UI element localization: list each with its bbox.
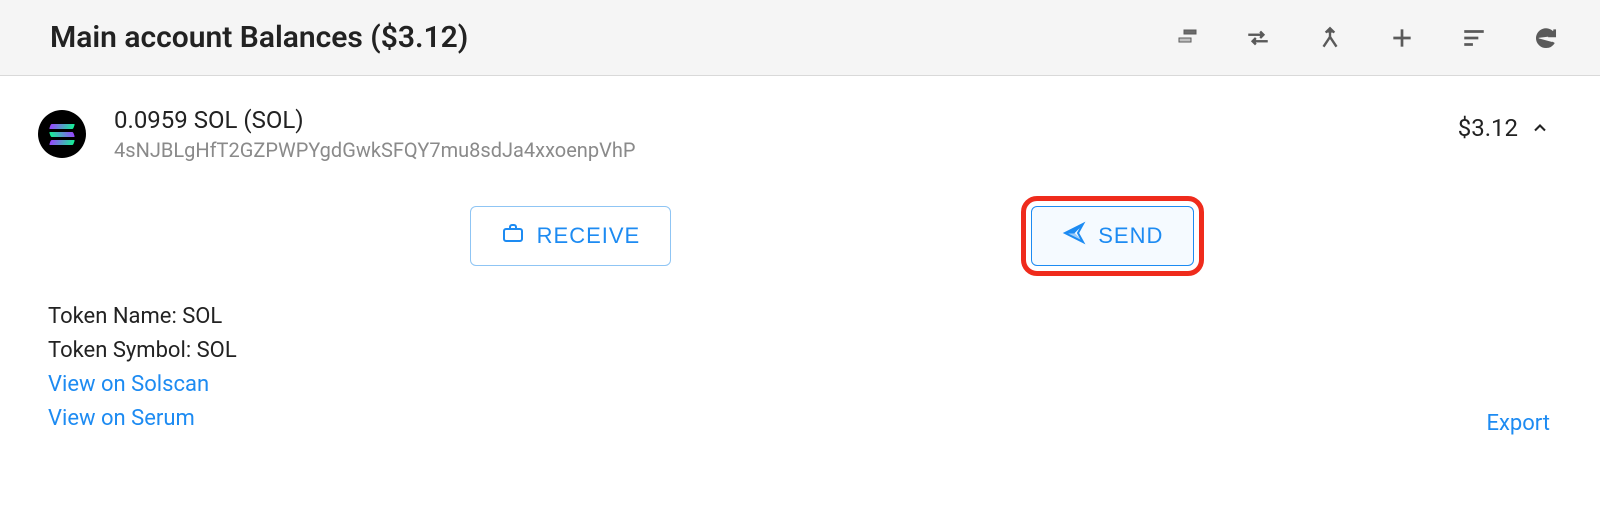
refresh-icon[interactable] [1532,24,1560,52]
send-icon [1062,221,1086,251]
swap-icon[interactable] [1244,24,1272,52]
action-buttons-row: RECEIVE SEND [38,206,1550,266]
token-name-line: Token Name: SOL [48,300,237,334]
token-balance-title: 0.0959 SOL (SOL) [114,106,1430,134]
token-row: 0.0959 SOL (SOL) 4sNJBLgHfT2GZPWPYgdGwkS… [38,106,1550,162]
send-label: SEND [1098,223,1163,249]
briefcase-icon [501,221,525,251]
view-solscan-link[interactable]: View on Solscan [48,368,237,402]
filter-icon[interactable] [1172,24,1200,52]
token-details: Token Name: SOL Token Symbol: SOL View o… [38,300,1550,436]
page-header: Main account Balances ($3.12) [0,0,1600,76]
sort-icon[interactable] [1460,24,1488,52]
token-address: 4sNJBLgHfT2GZPWPYgdGwkSFQY7mu8sdJa4xxoen… [114,138,1430,162]
token-info: 0.0959 SOL (SOL) 4sNJBLgHfT2GZPWPYgdGwkS… [114,106,1430,162]
header-toolbar [1172,24,1560,52]
token-symbol-line: Token Symbol: SOL [48,334,237,368]
token-details-left: Token Name: SOL Token Symbol: SOL View o… [48,300,237,436]
view-serum-link[interactable]: View on Serum [48,402,237,436]
page-title: Main account Balances ($3.12) [50,20,468,55]
receive-button[interactable]: RECEIVE [470,206,672,266]
receive-label: RECEIVE [537,223,641,249]
token-usd-value: $3.12 [1458,114,1518,142]
export-link[interactable]: Export [1486,411,1550,436]
add-icon[interactable] [1388,24,1416,52]
content-area: 0.0959 SOL (SOL) 4sNJBLgHfT2GZPWPYgdGwkS… [0,76,1600,476]
solana-logo-icon [38,110,86,158]
chevron-up-icon[interactable] [1530,118,1550,138]
send-button[interactable]: SEND [1031,206,1194,266]
token-value-wrap[interactable]: $3.12 [1458,114,1550,142]
merge-icon[interactable] [1316,24,1344,52]
